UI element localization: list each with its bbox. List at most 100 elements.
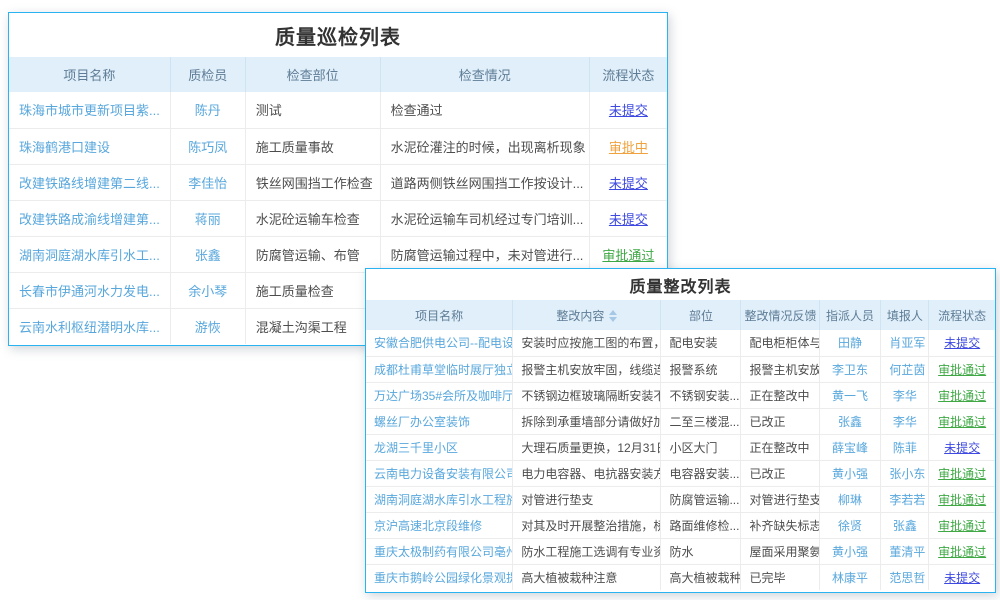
- check-part-cell: 测试: [245, 92, 380, 128]
- rectify-content-cell: 电力电容器、电抗器安装方案...: [513, 460, 661, 486]
- rectify-content-cell: 高大植被栽种注意: [513, 564, 661, 590]
- project-name-cell[interactable]: 湖南洞庭湖水库引水工程施工I标: [366, 486, 513, 512]
- part-cell: 防水: [661, 538, 741, 564]
- status-link[interactable]: 审批通过: [929, 408, 995, 434]
- check-part-cell: 防腐管运输、布管: [245, 236, 380, 272]
- reporter-cell[interactable]: 陈菲: [881, 434, 929, 460]
- check-part-cell: 混凝土沟渠工程: [245, 308, 380, 344]
- project-name-cell[interactable]: 珠海鹤港口建设: [9, 128, 170, 164]
- column-header-label: 质检员: [188, 68, 227, 83]
- status-link[interactable]: 未提交: [589, 92, 667, 128]
- inspector-cell[interactable]: 游恢: [170, 308, 245, 344]
- column-header-label: 指派人员: [826, 309, 874, 323]
- part-cell: 电容器安装...: [661, 460, 741, 486]
- inspector-cell[interactable]: 蒋丽: [170, 200, 245, 236]
- status-link[interactable]: 审批通过: [929, 460, 995, 486]
- status-link[interactable]: 审批通过: [929, 486, 995, 512]
- assignee-cell[interactable]: 李卫东: [819, 356, 881, 382]
- status-link[interactable]: 审批通过: [589, 236, 667, 272]
- check-part-cell: 施工质量检查: [245, 272, 380, 308]
- header-row: 项目名称整改内容部位整改情况反馈指派人员填报人流程状态: [366, 300, 995, 330]
- status-link[interactable]: 未提交: [929, 434, 995, 460]
- part-cell: 高大植被栽种: [661, 564, 741, 590]
- inspector-cell[interactable]: 陈巧凤: [170, 128, 245, 164]
- check-result-cell: 检查通过: [380, 92, 589, 128]
- status-link[interactable]: 未提交: [589, 200, 667, 236]
- feedback-cell: 正在整改中: [741, 434, 819, 460]
- project-name-cell[interactable]: 长春市伊通河水力发电...: [9, 272, 170, 308]
- assignee-cell[interactable]: 张鑫: [819, 408, 881, 434]
- rectify-content-cell: 对其及时开展整治措施，桥头...: [513, 512, 661, 538]
- inspector-cell[interactable]: 余小琴: [170, 272, 245, 308]
- status-link[interactable]: 审批通过: [929, 382, 995, 408]
- rectify-content-cell: 不锈钢边框玻璃隔断安装不牢...: [513, 382, 661, 408]
- reporter-cell[interactable]: 何芷茵: [881, 356, 929, 382]
- reporter-cell[interactable]: 张小东: [881, 460, 929, 486]
- reporter-cell[interactable]: 张鑫: [881, 512, 929, 538]
- assignee-cell[interactable]: 黄一飞: [819, 382, 881, 408]
- column-header-5: 指派人员: [819, 300, 881, 330]
- check-part-cell: 水泥砼运输车检查: [245, 200, 380, 236]
- project-name-cell[interactable]: 重庆太极制药有限公司亳州中...: [366, 538, 513, 564]
- assignee-cell[interactable]: 徐贤: [819, 512, 881, 538]
- assignee-cell[interactable]: 田静: [819, 330, 881, 356]
- project-name-cell[interactable]: 京沪高速北京段维修: [366, 512, 513, 538]
- part-cell: 防腐管运输...: [661, 486, 741, 512]
- inspector-cell[interactable]: 陈丹: [170, 92, 245, 128]
- inspector-cell[interactable]: 张鑫: [170, 236, 245, 272]
- status-link[interactable]: 未提交: [929, 330, 995, 356]
- column-header-label: 部位: [689, 309, 713, 323]
- reporter-cell[interactable]: 范思哲: [881, 564, 929, 590]
- assignee-cell[interactable]: 黄小强: [819, 460, 881, 486]
- assignee-cell[interactable]: 柳琳: [819, 486, 881, 512]
- project-name-cell[interactable]: 万达广场35#会所及咖啡厅空...: [366, 382, 513, 408]
- project-name-cell[interactable]: 螺丝厂办公室装饰: [366, 408, 513, 434]
- rectify-content-cell: 安装时应按施工图的布置，将...: [513, 330, 661, 356]
- rectify-content-cell: 对管进行垫支: [513, 486, 661, 512]
- column-header-label: 整改内容: [556, 309, 604, 323]
- status-link[interactable]: 审批通过: [929, 538, 995, 564]
- feedback-cell: 已完毕: [741, 564, 819, 590]
- project-name-cell[interactable]: 珠海市城市更新项目紫...: [9, 92, 170, 128]
- reporter-cell[interactable]: 李华: [881, 382, 929, 408]
- status-link[interactable]: 审批中: [589, 128, 667, 164]
- check-part-cell: 施工质量事故: [245, 128, 380, 164]
- assignee-cell[interactable]: 薛宝峰: [819, 434, 881, 460]
- status-link[interactable]: 审批通过: [929, 356, 995, 382]
- project-name-cell[interactable]: 重庆市鹅岭公园绿化景观提升...: [366, 564, 513, 590]
- sort-icon[interactable]: [609, 310, 617, 322]
- project-name-cell[interactable]: 改建铁路线增建第二线...: [9, 164, 170, 200]
- project-name-cell[interactable]: 湖南洞庭湖水库引水工...: [9, 236, 170, 272]
- reporter-cell[interactable]: 李华: [881, 408, 929, 434]
- reporter-cell[interactable]: 肖亚军: [881, 330, 929, 356]
- column-header-3: 检查部位: [245, 57, 380, 92]
- rectify-content-cell: 报警主机安放牢固，线缆连接...: [513, 356, 661, 382]
- column-header-2: 质检员: [170, 57, 245, 92]
- reporter-cell[interactable]: 李若若: [881, 486, 929, 512]
- quality-rectification-list-title: 质量整改列表: [366, 269, 995, 300]
- project-name-cell[interactable]: 云南水利枢纽潜明水库...: [9, 308, 170, 344]
- reporter-cell[interactable]: 董清平: [881, 538, 929, 564]
- column-header-label: 项目名称: [63, 68, 115, 83]
- column-header-3: 部位: [661, 300, 741, 330]
- header-row: 项目名称质检员检查部位检查情况流程状态: [9, 57, 667, 92]
- column-header-2[interactable]: 整改内容: [513, 300, 661, 330]
- assignee-cell[interactable]: 黄小强: [819, 538, 881, 564]
- project-name-cell[interactable]: 改建铁路成渝线增建第...: [9, 200, 170, 236]
- inspector-cell[interactable]: 李佳怡: [170, 164, 245, 200]
- part-cell: 配电安装: [661, 330, 741, 356]
- check-result-cell: 水泥砼运输车司机经过专门培训...: [380, 200, 589, 236]
- table-row: 珠海鹤港口建设陈巧凤施工质量事故水泥砼灌注的时候，出现离析现象审批中: [9, 128, 667, 164]
- status-link[interactable]: 未提交: [589, 164, 667, 200]
- column-header-7: 流程状态: [929, 300, 995, 330]
- assignee-cell[interactable]: 林康平: [819, 564, 881, 590]
- status-link[interactable]: 未提交: [929, 564, 995, 590]
- project-name-cell[interactable]: 安徽合肥供电公司--配电设备...: [366, 330, 513, 356]
- column-header-label: 项目名称: [415, 309, 463, 323]
- status-link[interactable]: 审批通过: [929, 512, 995, 538]
- project-name-cell[interactable]: 成都杜甫草堂临时展厅独立展...: [366, 356, 513, 382]
- table-row: 重庆太极制药有限公司亳州中...防水工程施工选调有专业资质...防水屋面采用聚氨…: [366, 538, 995, 564]
- feedback-cell: 已改正: [741, 460, 819, 486]
- project-name-cell[interactable]: 云南电力设备安装有限公司20...: [366, 460, 513, 486]
- project-name-cell[interactable]: 龙湖三千里小区: [366, 434, 513, 460]
